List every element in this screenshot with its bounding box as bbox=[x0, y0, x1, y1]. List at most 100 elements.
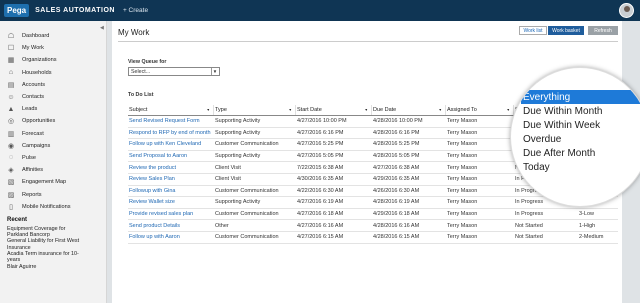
sidebar-item-accounts[interactable]: ▤ Accounts bbox=[0, 79, 106, 91]
filter-option[interactable]: Overdue bbox=[521, 132, 640, 146]
subject-link[interactable]: Respond to RFP by end of month bbox=[128, 130, 214, 136]
organizations-icon: ▦ bbox=[7, 57, 15, 65]
sidebar-item-opportunities[interactable]: ◎ Opportunities bbox=[0, 115, 106, 127]
engagement-map-icon: ▧ bbox=[7, 179, 15, 187]
subject-link[interactable]: Follow up with Aaron bbox=[128, 234, 214, 240]
table-cell: Customer Communication bbox=[215, 187, 279, 194]
sidebar-item-label: Engagement Map bbox=[22, 179, 67, 186]
subject-link[interactable]: Send product Details bbox=[128, 223, 214, 229]
table-cell: Terry Mason bbox=[447, 118, 478, 125]
view-queue-select[interactable]: Select... ▼ bbox=[128, 67, 220, 76]
sidebar-item-forecast[interactable]: ▥ Forecast bbox=[0, 128, 106, 140]
table-cell: Not Started bbox=[515, 222, 543, 229]
table-cell: 1-High bbox=[579, 222, 596, 229]
sidebar-item-label: Affinities bbox=[22, 167, 44, 174]
column-header-start-date[interactable]: Start Date bbox=[296, 105, 372, 115]
forecast-icon: ▥ bbox=[7, 130, 15, 138]
sidebar-item-contacts[interactable]: ☺ Contacts bbox=[0, 91, 106, 103]
filter-option[interactable]: Due After Month bbox=[521, 146, 640, 160]
table-cell: Supporting Activity bbox=[215, 129, 261, 136]
table-cell: Supporting Activity bbox=[215, 118, 261, 125]
collapse-sidebar-icon[interactable]: ◀ bbox=[100, 25, 104, 31]
subject-link[interactable]: Review the product bbox=[128, 165, 214, 171]
column-header-type[interactable]: Type bbox=[214, 105, 296, 115]
table-cell: 4/27/2016 6:38 AM bbox=[373, 164, 420, 171]
recent-item[interactable]: Blair Aguirre bbox=[7, 264, 106, 270]
sidebar-item-label: Campaigns bbox=[22, 142, 51, 149]
filter-option[interactable]: Today bbox=[521, 160, 640, 174]
sidebar-item-label: Households bbox=[22, 69, 52, 76]
sidebar-item-label: Dashboard bbox=[22, 33, 50, 40]
sidebar-item-households[interactable]: ⌂ Households bbox=[0, 67, 106, 79]
recent-list: Equipment Coverage for Parkland Bancorp Ge… bbox=[7, 226, 106, 270]
refresh-button[interactable]: Refresh bbox=[588, 26, 618, 35]
table-cell: Terry Mason bbox=[447, 164, 478, 171]
sidebar: ◀ ☖ Dashboard ☐ My Work ▦ Organizations ⌂ House… bbox=[0, 21, 107, 303]
work-list-button[interactable]: Work list bbox=[519, 26, 547, 35]
table-cell: Terry Mason bbox=[447, 176, 478, 183]
filter-option[interactable]: Due Within Month bbox=[521, 104, 640, 118]
table-cell: Terry Mason bbox=[447, 141, 478, 148]
subject-link[interactable]: Send Revised Request Form bbox=[128, 118, 214, 124]
table-cell: Terry Mason bbox=[447, 153, 478, 160]
table-cell: 4/28/2016 6:16 AM bbox=[373, 222, 420, 229]
sidebar-item-affinities[interactable]: ◈ Affinities bbox=[0, 164, 106, 176]
subject-link[interactable]: Review Wallet size bbox=[128, 199, 214, 205]
chevron-down-icon: ▼ bbox=[211, 68, 218, 75]
sidebar-item-mobile-notifications[interactable]: ▯ Mobile Notifications bbox=[0, 201, 106, 213]
table-cell: 4/30/2016 6:35 AM bbox=[297, 176, 344, 183]
sidebar-item-label: Reports bbox=[22, 191, 42, 198]
filter-option[interactable]: Everything bbox=[521, 90, 640, 104]
table-cell: 4/27/2016 6:15 AM bbox=[297, 234, 344, 241]
sidebar-item-label: Pulse bbox=[22, 154, 36, 161]
table-cell: 4/27/2016 10:00 PM bbox=[297, 118, 347, 125]
table-cell: Client Visit bbox=[215, 164, 241, 171]
households-icon: ⌂ bbox=[8, 69, 14, 77]
subject-link[interactable]: Followup with Gina bbox=[128, 188, 214, 194]
sidebar-item-dashboard[interactable]: ☖ Dashboard bbox=[0, 30, 106, 42]
table-cell: In Progress bbox=[515, 211, 544, 218]
sidebar-item-label: Forecast bbox=[22, 130, 44, 137]
sidebar-item-campaigns[interactable]: ◉ Campaigns bbox=[0, 140, 106, 152]
subject-link[interactable]: Send Proposal to Aaron bbox=[128, 153, 214, 159]
filter-option[interactable]: Due Within Week bbox=[521, 118, 640, 132]
table-row: Send product Details Other 4/27/2016 6:16 … bbox=[128, 220, 618, 232]
table-cell: Supporting Activity bbox=[215, 153, 261, 160]
sidebar-item-leads[interactable]: ▲ Leads bbox=[0, 103, 106, 115]
sidebar-item-pulse[interactable]: ◌ Pulse bbox=[0, 152, 106, 164]
table-cell: 4/28/2016 6:16 PM bbox=[373, 129, 420, 136]
table-cell: Customer Communication bbox=[215, 211, 279, 218]
work-basket-button[interactable]: Work basket bbox=[548, 26, 584, 35]
table-cell: 4/26/2016 6:30 AM bbox=[373, 187, 420, 194]
create-button[interactable]: + Create bbox=[123, 7, 148, 14]
sidebar-item-my-work[interactable]: ☐ My Work bbox=[0, 42, 106, 54]
page-title: My Work bbox=[118, 28, 150, 37]
recent-title: Recent bbox=[7, 216, 28, 223]
table-cell: 4/27/2016 6:16 AM bbox=[297, 222, 344, 229]
sidebar-item-label: Leads bbox=[22, 106, 38, 113]
pulse-icon: ◌ bbox=[8, 154, 14, 162]
sidebar-item-reports[interactable]: ▨ Reports bbox=[0, 188, 106, 200]
subject-link[interactable]: Review Sales Plan bbox=[128, 176, 214, 182]
sidebar-item-organizations[interactable]: ▦ Organizations bbox=[0, 54, 106, 66]
table-row: Review Wallet size Supporting Activity 4/2… bbox=[128, 197, 618, 209]
pega-logo[interactable]: Pega bbox=[4, 4, 30, 17]
user-avatar[interactable] bbox=[619, 3, 634, 18]
sidebar-nav: ☖ Dashboard ☐ My Work ▦ Organizations ⌂ Househo… bbox=[0, 21, 106, 213]
contacts-icon: ☺ bbox=[7, 93, 15, 101]
column-header-assigned-to[interactable]: Assigned To bbox=[446, 105, 514, 115]
table-cell: 2-Medium bbox=[579, 234, 604, 241]
column-header-subject[interactable]: Subject bbox=[128, 105, 214, 115]
magnified-filter-dropdown: Everything Due Within Month Due Within Wee… bbox=[510, 67, 640, 207]
sidebar-item-label: Opportunities bbox=[22, 118, 56, 125]
table-cell: 4/27/2016 6:19 AM bbox=[297, 199, 344, 206]
table-cell: 4/29/2016 6:35 AM bbox=[373, 176, 420, 183]
column-header-due-date[interactable]: Due Date bbox=[372, 105, 446, 115]
subject-link[interactable]: Follow up with Ken Cleveland bbox=[128, 141, 214, 147]
sidebar-item-engagement-map[interactable]: ▧ Engagement Map bbox=[0, 176, 106, 188]
divider bbox=[118, 41, 618, 42]
filter-options-list: Everything Due Within Month Due Within Wee… bbox=[521, 90, 640, 174]
subject-link[interactable]: Provide revised sales plan bbox=[128, 211, 214, 217]
sidebar-item-label: Mobile Notifications bbox=[22, 203, 71, 210]
table-cell: 4/27/2016 5:25 PM bbox=[297, 141, 344, 148]
